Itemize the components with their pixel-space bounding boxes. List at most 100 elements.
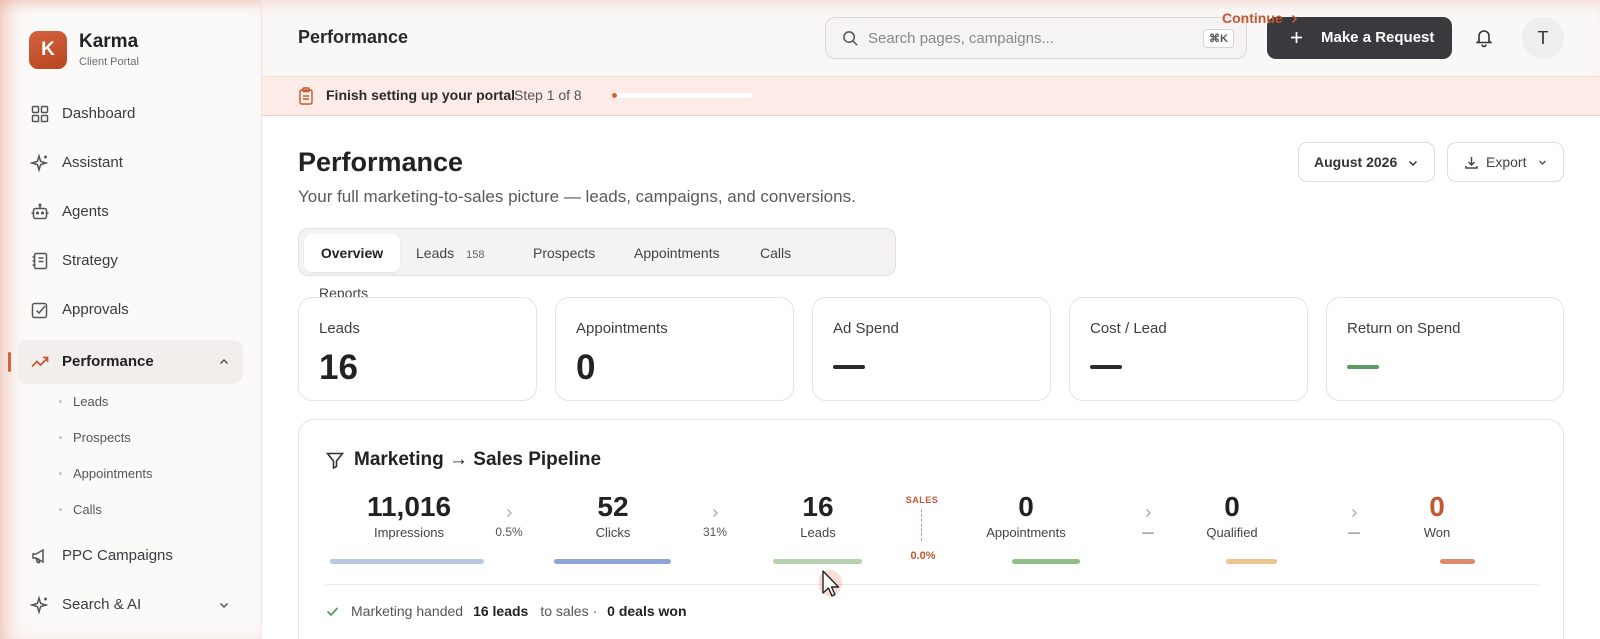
- banner-step: Step 1 of 8: [514, 87, 582, 103]
- pipeline-title: Marketing → Sales Pipeline: [354, 449, 602, 470]
- banner-title: Finish setting up your portal: [326, 87, 515, 103]
- tab-calls[interactable]: Calls: [760, 234, 810, 272]
- month-select[interactable]: August 2026: [1298, 142, 1435, 182]
- tab-prospects[interactable]: Prospects: [533, 234, 613, 272]
- metric-label: Appointments: [576, 320, 668, 337]
- stage-bar-leads: [773, 559, 862, 564]
- metric-card-cost-per-lead[interactable]: Cost / Lead —: [1069, 297, 1308, 401]
- check-square-icon: [31, 302, 48, 319]
- chevron-down-icon: [1408, 160, 1418, 167]
- conversion-appointments-to-qualified: —: [1118, 508, 1178, 539]
- summary-leads: 16 leads: [473, 603, 529, 619]
- sidebar-item-approvals[interactable]: Approvals: [18, 288, 243, 332]
- metric-card-leads[interactable]: Leads 16: [298, 297, 537, 401]
- robot-icon: [31, 203, 49, 220]
- month-label: August 2026: [1314, 154, 1398, 170]
- sidebar-item-ppc-campaigns[interactable]: PPC Campaigns: [18, 534, 243, 578]
- sidebar-item-dashboard[interactable]: Dashboard: [18, 92, 243, 136]
- sidebar-item-strategy[interactable]: Strategy: [18, 239, 243, 283]
- sparkle-icon: [30, 595, 49, 615]
- conversion-rate: 0.5%: [495, 525, 523, 539]
- tab-overview[interactable]: Overview: [304, 234, 400, 272]
- conversion-rate: 31%: [702, 525, 728, 539]
- subitem-label: Prospects: [73, 430, 131, 445]
- metric-label: Return on Spend: [1347, 320, 1461, 337]
- logo-letter: K: [41, 39, 55, 60]
- pipeline-stage-clicks: 52 Clicks: [533, 491, 693, 540]
- divider: [326, 584, 1538, 585]
- chevron-down-icon[interactable]: [217, 598, 231, 612]
- metric-label: Leads: [319, 320, 360, 337]
- stage-bar-qualified: [1226, 559, 1277, 564]
- sidebar-subitem-leads[interactable]: Leads: [59, 394, 109, 409]
- metric-card-return-on-spend[interactable]: Return on Spend —: [1326, 297, 1564, 401]
- search-input[interactable]: Search pages, campaigns... ⌘K: [825, 17, 1247, 59]
- conversion-rate: —: [1142, 525, 1154, 539]
- sidebar-item-label: PPC Campaigns: [62, 547, 173, 564]
- tab-bar: Overview Leads 158 Prospects Appointments…: [298, 228, 896, 276]
- brand-name: Karma: [79, 31, 139, 52]
- sidebar-item-label: Approvals: [62, 301, 129, 318]
- search-placeholder: Search pages, campaigns...: [868, 30, 1054, 47]
- avatar[interactable]: T: [1522, 17, 1564, 59]
- notebook-icon: [32, 252, 48, 270]
- setup-progress-bar: [612, 93, 752, 98]
- stage-value: 52: [597, 491, 629, 522]
- bullet-dot: [59, 436, 62, 439]
- export-label: Export: [1486, 154, 1527, 170]
- stage-bar-clicks: [554, 559, 671, 564]
- keyboard-shortcut-badge: ⌘K: [1203, 29, 1234, 48]
- sidebar-subitem-prospects[interactable]: Prospects: [59, 430, 131, 445]
- brand-logo[interactable]: K: [29, 31, 67, 69]
- chevron-right-icon: [1146, 509, 1151, 517]
- sidebar-item-performance[interactable]: Performance: [18, 340, 243, 384]
- subitem-label: Calls: [73, 502, 102, 517]
- page-subtitle: Your full marketing-to-sales picture — l…: [298, 187, 856, 206]
- conversion-rate: —: [1348, 525, 1360, 539]
- clipboard-icon: [299, 87, 313, 105]
- tab-leads[interactable]: Leads 158: [416, 234, 516, 272]
- subitem-label: Appointments: [73, 466, 153, 481]
- empty-value-dash: [833, 365, 865, 369]
- sidebar-item-agents[interactable]: Agents: [18, 190, 243, 234]
- sidebar-item-label: Strategy: [62, 252, 118, 269]
- metric-label: Cost / Lead: [1090, 320, 1167, 337]
- make-request-label: Make a Request: [1321, 29, 1435, 46]
- trend-icon: [31, 356, 49, 368]
- tab-appointments[interactable]: Appointments: [634, 234, 734, 272]
- metric-card-appointments[interactable]: Appointments 0: [555, 297, 794, 401]
- empty-value-dash: [1090, 365, 1122, 369]
- tab-label: Overview: [320, 245, 384, 261]
- empty-value-dash: [1347, 365, 1379, 369]
- summary-deals: 0 deals won: [607, 603, 687, 619]
- pipeline-stage-leads: 16 Leads: [738, 491, 898, 540]
- sidebar-subitem-calls[interactable]: Calls: [59, 502, 102, 517]
- stage-label: Leads: [800, 525, 836, 540]
- sales-handoff-rate: 0.0%: [910, 550, 936, 562]
- subitem-label: Leads: [73, 394, 109, 409]
- conversion-qualified-to-won: —: [1324, 508, 1384, 539]
- conversion-impressions-to-clicks: 0.5%: [479, 508, 539, 539]
- bullet-dot: [59, 508, 62, 511]
- tab-count-badge: 158: [466, 249, 485, 261]
- metric-card-ad-spend[interactable]: Ad Spend —: [812, 297, 1051, 401]
- stage-bar-won: [1440, 559, 1475, 564]
- sales-handoff-tag: SALES: [905, 495, 939, 505]
- sidebar-item-assistant[interactable]: Assistant: [18, 141, 243, 185]
- bell-icon[interactable]: [1473, 26, 1495, 48]
- stage-bar-impressions: [330, 559, 484, 564]
- export-button[interactable]: Export: [1447, 142, 1564, 182]
- brand-subtitle: Client Portal: [79, 56, 139, 68]
- sales-handoff-line: [921, 509, 922, 541]
- sidebar-item-search-ai[interactable]: Search & AI: [18, 583, 243, 627]
- continue-link[interactable]: Continue: [1222, 10, 1283, 26]
- chevron-right-icon[interactable]: [1288, 13, 1300, 25]
- sidebar-item-label: Agents: [62, 203, 109, 220]
- sidebar-subitem-appointments[interactable]: Appointments: [59, 466, 153, 481]
- sidebar-item-label: Dashboard: [62, 105, 136, 122]
- chevron-up-icon[interactable]: [217, 355, 231, 369]
- download-icon: [1465, 157, 1478, 169]
- chevron-right-icon: [713, 509, 718, 517]
- sidebar-item-label: Search & AI: [62, 596, 142, 613]
- tab-label: Leads: [416, 245, 455, 261]
